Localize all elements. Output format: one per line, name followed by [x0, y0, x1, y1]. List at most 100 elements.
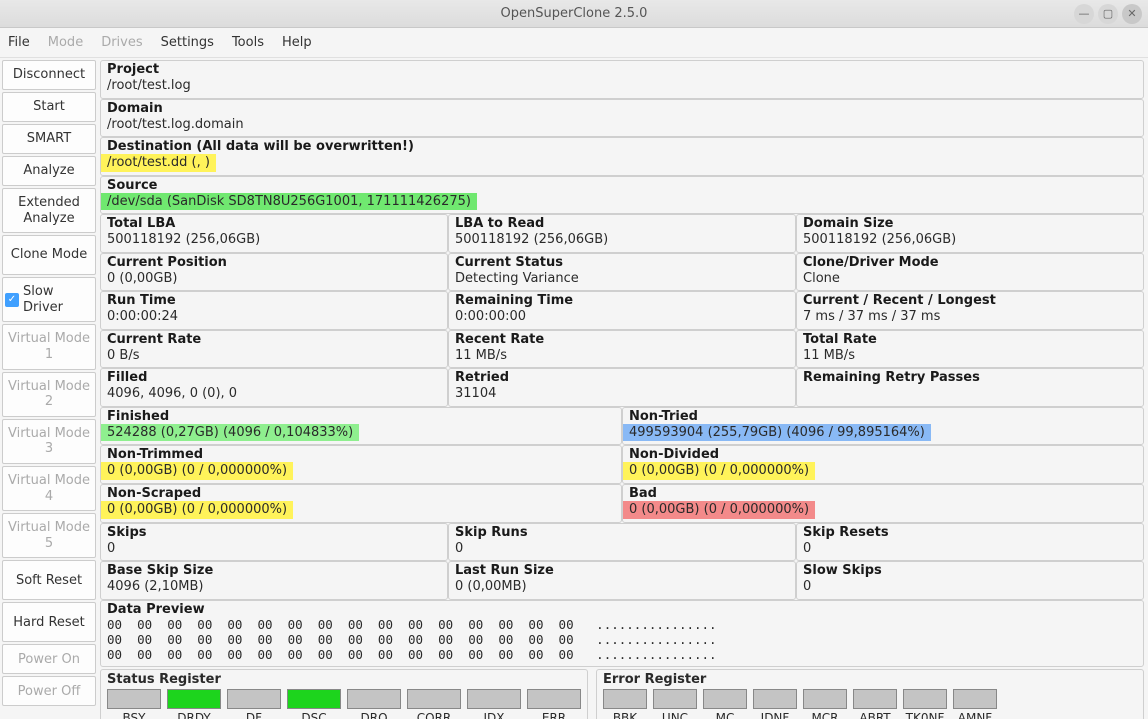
field-value: /root/test.log — [101, 77, 197, 95]
reg-df: DF — [227, 689, 281, 719]
reg-name: DF — [246, 711, 262, 719]
minimize-button[interactable]: — — [1074, 4, 1094, 24]
field-label: Destination (All data will be overwritte… — [101, 138, 1143, 154]
data-preview: Data Preview 00 00 00 00 00 00 00 00 00 … — [100, 600, 1144, 667]
menu-mode: Mode — [48, 35, 83, 50]
field-value: /root/test.log.domain — [101, 116, 250, 134]
field-label: Project — [101, 61, 1143, 77]
sidebar: DisconnectStartSMARTAnalyzeExtended Anal… — [0, 58, 98, 719]
field-non-trimmed: Non-Trimmed0 (0,00GB) (0 / 0,000000%) — [100, 445, 622, 484]
status-register: Status Register BSYDRDYDFDSCDRQCORRIDXER… — [100, 669, 588, 719]
sidebar-virtual-mode-1: Virtual Mode 1 — [2, 324, 96, 369]
sidebar-soft-reset[interactable]: Soft Reset — [2, 560, 96, 600]
reg-light — [753, 689, 797, 709]
field-project: Project /root/test.log — [100, 60, 1144, 99]
reg-name: TK0NF — [906, 711, 945, 719]
reg-light — [953, 689, 997, 709]
reg-light — [603, 689, 647, 709]
sidebar-slow-driver[interactable]: ✓ Slow Driver — [2, 277, 96, 322]
sidebar-power-off: Power Off — [2, 676, 96, 706]
field-non-tried: Non-Tried499593904 (255,79GB) (4096 / 99… — [622, 407, 1144, 446]
field-cur-rec-long: Current / Recent / Longest7 ms / 37 ms /… — [796, 291, 1144, 330]
field-remaining-time: Remaining Time0:00:00:00 — [448, 291, 796, 330]
reg-abrt: ABRT — [853, 689, 897, 719]
field-label: Domain — [101, 100, 1143, 116]
field-skip-runs: Skip Runs0 — [448, 523, 796, 562]
menu-tools[interactable]: Tools — [232, 35, 264, 50]
reg-bsy: BSY — [107, 689, 161, 719]
sidebar-virtual-mode-4: Virtual Mode 4 — [2, 466, 96, 511]
field-slow-skips: Slow Skips0 — [796, 561, 1144, 600]
sidebar-extended-analyze[interactable]: Extended Analyze — [2, 188, 96, 233]
preview-line: 00 00 00 00 00 00 00 00 00 00 00 00 00 0… — [101, 632, 1143, 647]
register-label: Status Register — [107, 670, 581, 689]
reg-light — [653, 689, 697, 709]
reg-dsc: DSC — [287, 689, 341, 719]
field-value: /dev/sda (SanDisk SD8TN8U256G1001, 17111… — [101, 193, 477, 211]
sidebar-clone-mode[interactable]: Clone Mode — [2, 235, 96, 275]
reg-light — [803, 689, 847, 709]
reg-light — [853, 689, 897, 709]
field-base-skip-size: Base Skip Size4096 (2,10MB) — [100, 561, 448, 600]
reg-name: ABRT — [859, 711, 890, 719]
preview-line: 00 00 00 00 00 00 00 00 00 00 00 00 00 0… — [101, 617, 1143, 632]
reg-mc: MC — [703, 689, 747, 719]
reg-bbk: BBK — [603, 689, 647, 719]
sidebar-hard-reset[interactable]: Hard Reset — [2, 602, 96, 642]
menu-help[interactable]: Help — [282, 35, 312, 50]
field-skip-resets: Skip Resets0 — [796, 523, 1144, 562]
sidebar-label: Slow Driver — [23, 284, 91, 315]
reg-light — [407, 689, 461, 709]
field-current-rate: Current Rate0 B/s — [100, 330, 448, 369]
field-skips: Skips0 — [100, 523, 448, 562]
reg-name: DRDY — [177, 711, 211, 719]
field-domain: Domain /root/test.log.domain — [100, 99, 1144, 138]
reg-drdy: DRDY — [167, 689, 221, 719]
reg-err: ERR — [527, 689, 581, 719]
sidebar-analyze[interactable]: Analyze — [2, 156, 96, 186]
window-title: OpenSuperClone 2.5.0 — [501, 6, 648, 21]
field-current-status: Current StatusDetecting Variance — [448, 253, 796, 292]
reg-unc: UNC — [653, 689, 697, 719]
preview-line: 00 00 00 00 00 00 00 00 00 00 00 00 00 0… — [101, 647, 1143, 662]
field-current-position: Current Position0 (0,00GB) — [100, 253, 448, 292]
sidebar-power-on: Power On — [2, 644, 96, 674]
reg-light — [287, 689, 341, 709]
reg-name: MC — [716, 711, 735, 719]
menubar: FileModeDrivesSettingsToolsHelp — [0, 28, 1148, 58]
field-non-scraped: Non-Scraped0 (0,00GB) (0 / 0,000000%) — [100, 484, 622, 523]
sidebar-smart[interactable]: SMART — [2, 124, 96, 154]
reg-name: UNC — [662, 711, 688, 719]
reg-name: ERR — [542, 711, 566, 719]
menu-settings[interactable]: Settings — [161, 35, 214, 50]
sidebar-virtual-mode-3: Virtual Mode 3 — [2, 419, 96, 464]
field-lba-to-read: LBA to Read500118192 (256,06GB) — [448, 214, 796, 253]
reg-name: AMNF — [958, 711, 992, 719]
reg-light — [903, 689, 947, 709]
reg-light — [167, 689, 221, 709]
reg-light — [703, 689, 747, 709]
reg-name: IDNF — [761, 711, 790, 719]
field-source: Source /dev/sda (SanDisk SD8TN8U256G1001… — [100, 176, 1144, 215]
field-total-lba: Total LBA500118192 (256,06GB) — [100, 214, 448, 253]
checkbox-icon: ✓ — [5, 293, 19, 307]
sidebar-start[interactable]: Start — [2, 92, 96, 122]
reg-name: IDX — [484, 711, 505, 719]
close-button[interactable]: ✕ — [1122, 4, 1142, 24]
maximize-button[interactable]: ▢ — [1098, 4, 1118, 24]
reg-corr: CORR — [407, 689, 461, 719]
reg-light — [107, 689, 161, 709]
sidebar-disconnect[interactable]: Disconnect — [2, 60, 96, 90]
reg-idx: IDX — [467, 689, 521, 719]
menu-file[interactable]: File — [8, 35, 30, 50]
reg-light — [347, 689, 401, 709]
reg-name: BBK — [613, 711, 637, 719]
field-recent-rate: Recent Rate11 MB/s — [448, 330, 796, 369]
field-label: Data Preview — [101, 601, 1143, 617]
field-non-divided: Non-Divided0 (0,00GB) (0 / 0,000000%) — [622, 445, 1144, 484]
reg-name: CORR — [417, 711, 452, 719]
field-remaining-retry: Remaining Retry Passes — [796, 368, 1144, 407]
field-value: /root/test.dd (, ) — [101, 154, 216, 172]
sidebar-virtual-mode-2: Virtual Mode 2 — [2, 372, 96, 417]
reg-light — [227, 689, 281, 709]
